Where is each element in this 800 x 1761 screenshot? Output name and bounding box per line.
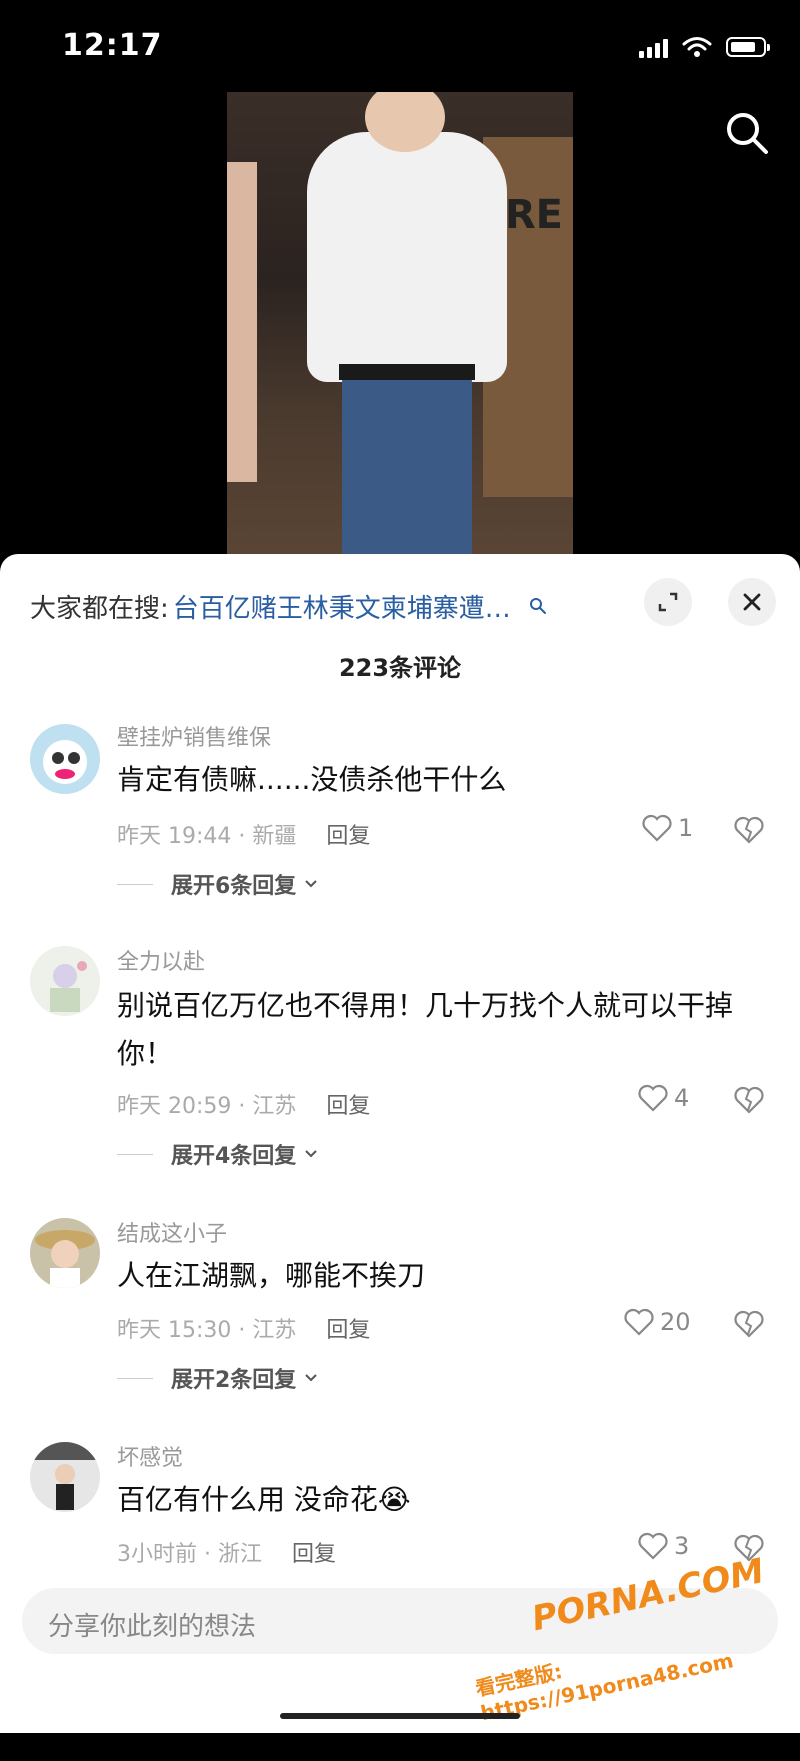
like-button[interactable]: 4 [638,1084,689,1112]
video-player[interactable]: RE [227,92,573,554]
comment-time: 昨天 15:30 · 江苏 [117,1318,297,1343]
expand-replies-label: 展开6条回复 [171,874,297,899]
broken-heart-icon[interactable] [734,816,764,844]
comment-count: 223条评论 [338,654,462,682]
close-icon [743,593,761,611]
like-count: 1 [678,814,694,842]
side-person [227,162,257,482]
comment-username[interactable]: 结成这小子 [117,1216,227,1248]
comment-text: 人在江湖飘，哪能不挨刀 [117,1259,426,1292]
avatar[interactable] [30,946,100,1016]
wifi-icon [682,37,712,57]
search-icon[interactable] [529,597,547,615]
comment-meta: 昨天 15:30 · 江苏 回复 [117,1312,370,1344]
expand-icon [658,592,678,612]
avatar[interactable] [30,1442,100,1512]
cellular-signal-icon [639,36,668,58]
reply-button[interactable]: 回复 [326,1312,370,1344]
trending-prefix: 大家都在搜: [30,593,169,624]
comment-username[interactable]: 全力以赴 [117,944,205,976]
chevron-down-icon [305,880,318,888]
close-button[interactable] [728,578,776,626]
heart-icon [638,1084,668,1112]
comment-meta: 昨天 20:59 · 江苏 回复 [117,1088,370,1120]
divider [117,1377,153,1379]
like-button[interactable]: 1 [642,814,693,842]
avatar[interactable] [30,1218,100,1288]
home-indicator[interactable] [280,1713,520,1719]
comment-meta: 3小时前 · 浙江 回复 [117,1536,336,1568]
reply-button[interactable]: 回复 [326,818,370,850]
expand-replies-label: 展开4条回复 [171,1144,297,1169]
comment-time: 3小时前 · 浙江 [117,1542,262,1567]
heart-icon [642,814,672,842]
status-icons [639,36,770,58]
broken-heart-icon[interactable] [734,1086,764,1114]
status-bar: 12:17 [0,0,800,90]
comment-time: 昨天 20:59 · 江苏 [117,1094,297,1119]
expand-button[interactable] [644,578,692,626]
expand-replies-button[interactable]: 展开4条回复 [117,1138,318,1170]
battery-icon [726,37,770,57]
chevron-down-icon [305,1374,318,1382]
divider [117,883,153,885]
comment-username[interactable]: 坏感觉 [117,1440,183,1472]
person-jeans [342,372,472,554]
comment-input-placeholder: 分享你此刻的想法 [48,1612,257,1642]
comment-username[interactable]: 壁挂炉销售维保 [117,720,271,752]
expand-replies-label: 展开2条回复 [171,1368,297,1393]
like-count: 20 [660,1308,691,1336]
avatar[interactable] [30,724,100,794]
expand-replies-button[interactable]: 展开6条回复 [117,868,318,900]
search-icon[interactable] [722,108,772,158]
person-shirt [307,132,507,382]
reply-button[interactable]: 回复 [326,1088,370,1120]
expand-replies-button[interactable]: 展开2条回复 [117,1362,318,1394]
status-time: 12:17 [62,28,163,63]
comment-text: 百亿有什么用 没命花😭 [117,1483,411,1516]
heart-icon [624,1308,654,1336]
comment-text: 别说百亿万亿也不得用！几十万找个人就可以干掉你！ [117,989,734,1070]
chevron-down-icon [305,1150,318,1158]
trending-query-link[interactable]: 台百亿赌王林秉文柬埔寨遭… [173,588,511,625]
divider [117,1153,153,1155]
reply-button[interactable]: 回复 [292,1536,336,1568]
background-sign: RE [504,192,563,238]
person-belt [339,364,475,380]
broken-heart-icon[interactable] [734,1310,764,1338]
like-count: 4 [674,1084,690,1112]
comment-time: 昨天 19:44 · 新疆 [117,824,297,849]
like-button[interactable]: 20 [624,1308,691,1336]
comment-text: 肯定有债嘛......没债杀他干什么 [117,763,507,796]
comment-meta: 昨天 19:44 · 新疆 回复 [117,818,370,850]
